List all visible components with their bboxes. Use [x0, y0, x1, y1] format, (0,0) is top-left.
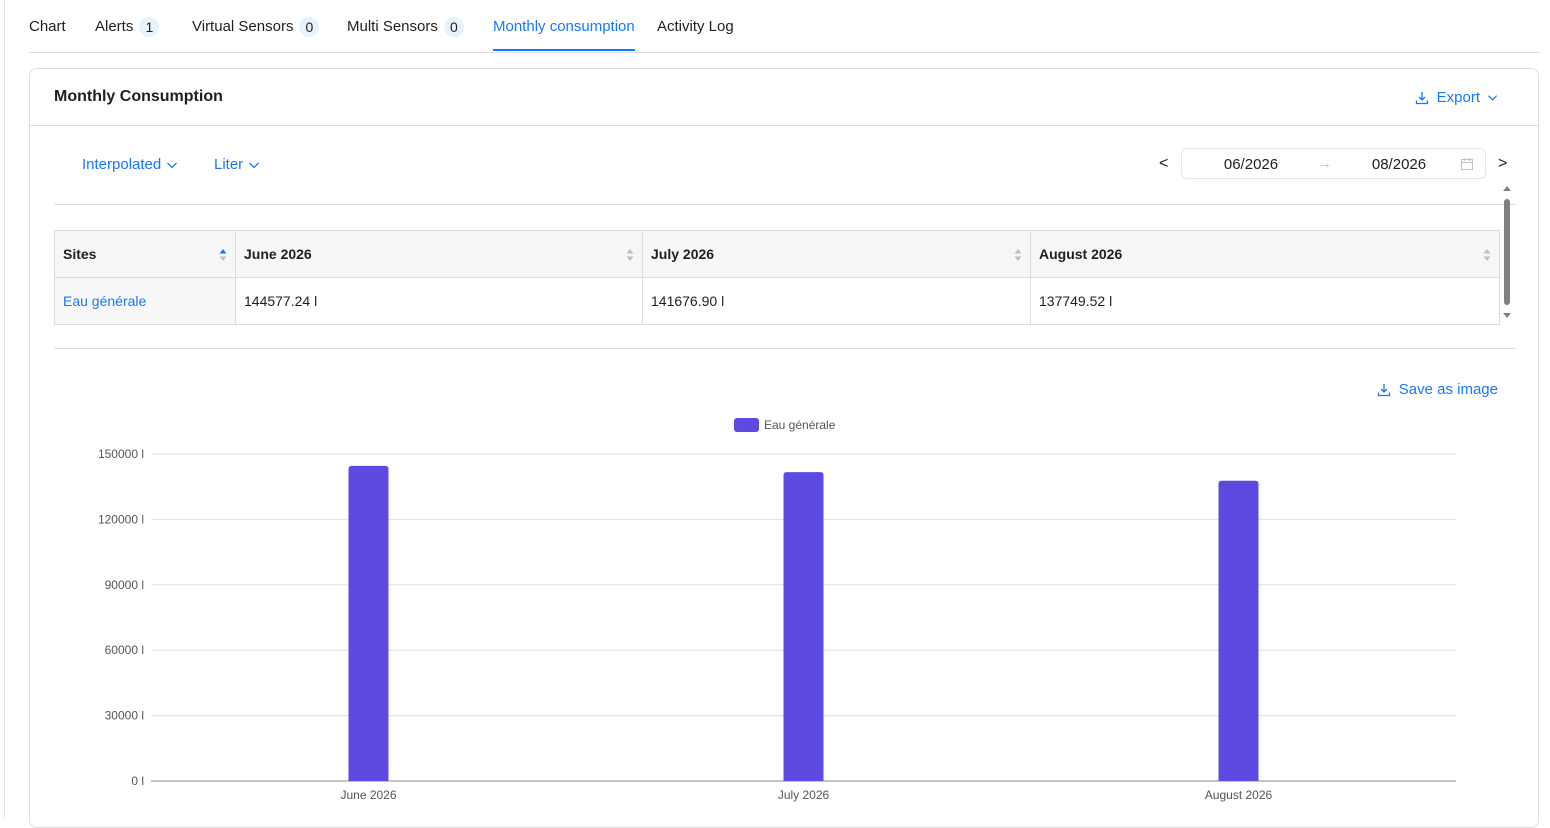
- tab-monthly-consumption[interactable]: Monthly consumption: [493, 18, 635, 51]
- y-tick-label: 150000 l: [98, 447, 144, 461]
- y-tick-label: 60000 l: [105, 643, 144, 657]
- tab-chart[interactable]: Chart: [29, 18, 66, 51]
- x-tick-label: June 2026: [340, 788, 396, 802]
- tab-activity-log[interactable]: Activity Log: [657, 18, 734, 51]
- legend-swatch: [734, 418, 759, 432]
- tab-bar: Chart Alerts 1 Virtual Sensors 0 Multi S…: [29, 0, 1540, 53]
- y-tick-label: 90000 l: [105, 578, 144, 592]
- tab-label: Multi Sensors: [347, 18, 438, 35]
- count-badge: 1: [139, 17, 160, 37]
- tab-label: Chart: [29, 18, 66, 35]
- x-tick-label: July 2026: [778, 788, 830, 802]
- tab-virtual-sensors[interactable]: Virtual Sensors 0: [192, 17, 320, 51]
- count-badge: 0: [299, 17, 320, 37]
- tab-multi-sensors[interactable]: Multi Sensors 0: [347, 17, 464, 51]
- y-tick-label: 30000 l: [105, 709, 144, 723]
- x-tick-label: August 2026: [1205, 788, 1273, 802]
- bar: [1218, 480, 1259, 781]
- left-border: [4, 0, 5, 818]
- bar: [783, 472, 824, 781]
- tab-label: Monthly consumption: [493, 18, 635, 35]
- tab-label: Activity Log: [657, 18, 734, 35]
- tab-label: Virtual Sensors: [192, 18, 294, 35]
- y-tick-label: 120000 l: [98, 512, 144, 526]
- legend-label: Eau générale: [764, 418, 836, 432]
- y-tick-label: 0 l: [131, 774, 144, 788]
- consumption-bar-chart: 0 l 30000 l 60000 l 90000 l 120000 l 150000 l…: [98, 418, 1456, 802]
- tab-alerts[interactable]: Alerts 1: [95, 17, 160, 51]
- tab-label: Alerts: [95, 18, 134, 35]
- bar: [348, 465, 389, 781]
- count-badge: 0: [443, 17, 464, 37]
- monthly-consumption-card: Monthly Consumption Export Interpolated …: [29, 68, 1539, 828]
